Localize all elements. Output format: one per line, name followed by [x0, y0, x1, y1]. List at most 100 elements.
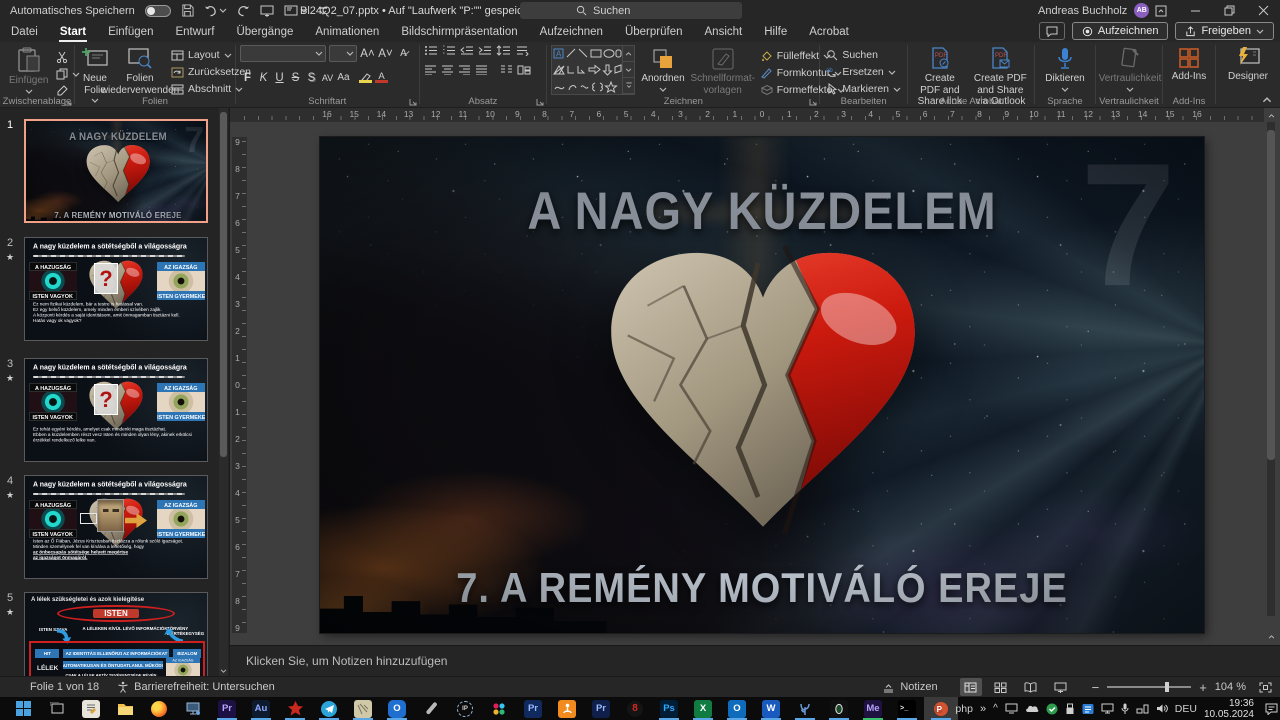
eight-ball-icon[interactable]: 8	[618, 697, 652, 720]
increase-indent-icon[interactable]	[478, 45, 492, 56]
canvas-scrollbar[interactable]	[1266, 110, 1276, 650]
columns-icon[interactable]	[500, 65, 513, 75]
text-shadow-button[interactable]: S	[304, 70, 319, 85]
arrange-button[interactable]: Anordnen	[638, 45, 687, 94]
file-explorer-icon[interactable]	[108, 697, 142, 720]
view-slideshow-button[interactable]	[1050, 678, 1072, 696]
premiere-pro-icon[interactable]: Pr	[210, 697, 244, 720]
usb-tray-icon[interactable]	[1065, 703, 1075, 715]
zoom-in-button[interactable]: +	[1199, 680, 1207, 695]
text-direction-icon[interactable]	[515, 45, 529, 56]
smartart-icon[interactable]	[517, 65, 531, 75]
projector-tray-icon[interactable]	[1101, 703, 1114, 714]
tab-animationen[interactable]: Animationen	[304, 21, 390, 42]
onedrive-icon[interactable]	[1025, 704, 1039, 713]
network-tray-icon[interactable]	[1136, 703, 1149, 714]
opera-icon[interactable]: O	[380, 697, 414, 720]
dictate-button[interactable]: Diktieren	[1039, 45, 1091, 94]
decrease-indent-icon[interactable]	[460, 45, 474, 56]
numbering-icon[interactable]	[442, 45, 456, 56]
highlight-color-button[interactable]	[358, 70, 373, 85]
notes-pane[interactable]: Klicken Sie, um Notizen hinzuzufügen	[230, 645, 1280, 676]
align-right-icon[interactable]	[458, 65, 471, 75]
premiere-pro-3-icon[interactable]: Pr	[584, 697, 618, 720]
find-button[interactable]: Suchen	[824, 47, 903, 63]
view-slide-sorter-button[interactable]	[990, 678, 1012, 696]
horizontal-ruler[interactable]: 1615141312111098765432101234567891011121…	[230, 108, 1264, 122]
underline-button[interactable]: U	[272, 70, 287, 85]
paste-button[interactable]: Einfügen	[6, 45, 51, 96]
slide-thumbnail-1[interactable]: 7 A NAGY KÜZDELEM 7. A REMÉNY MOTIVÁLÓ E…	[24, 119, 208, 223]
slide-canvas[interactable]: 7 A NAGY KÜZDELEM 7. A REMÉNY MOTIVÁLÓ E…	[320, 137, 1204, 633]
bold-button[interactable]: F	[240, 70, 255, 85]
powerpoint-taskbar-icon[interactable]: P	[924, 697, 958, 720]
pen-tool-icon[interactable]	[414, 697, 448, 720]
coral-app-icon[interactable]	[788, 697, 822, 720]
remote-desktop-icon[interactable]	[176, 697, 210, 720]
close-button[interactable]	[1246, 0, 1280, 21]
addins-button[interactable]: Add-Ins	[1167, 45, 1211, 85]
microphone-tray-icon[interactable]	[1121, 703, 1129, 715]
tab-start[interactable]: Start	[49, 21, 97, 42]
align-left-icon[interactable]	[424, 65, 437, 75]
sensitivity-button[interactable]: Vertraulichkeit	[1100, 45, 1160, 94]
display-tray-icon[interactable]	[1005, 703, 1018, 714]
align-center-icon[interactable]	[441, 65, 454, 75]
photoshop-icon[interactable]: Ps	[652, 697, 686, 720]
restore-button[interactable]	[1212, 0, 1246, 21]
premiere-pro-2-icon[interactable]: Pr	[516, 697, 550, 720]
start-presentation-icon[interactable]	[260, 5, 274, 17]
line-spacing-icon[interactable]	[496, 45, 511, 56]
slack-like-icon[interactable]	[482, 697, 516, 720]
ribbon-display-options-button[interactable]	[1144, 0, 1178, 21]
clear-formatting-button[interactable]: A̷	[396, 46, 411, 61]
designer-button[interactable]: Designer	[1220, 45, 1276, 85]
tray-overflow-more[interactable]: »	[980, 703, 986, 715]
grow-font-button[interactable]: A˄	[360, 46, 375, 61]
autosave-toggle[interactable]	[145, 5, 171, 17]
word-icon[interactable]: W	[754, 697, 788, 720]
save-icon[interactable]	[181, 4, 194, 17]
account-area[interactable]: Andreas Buchholz AB	[1038, 0, 1149, 21]
replace-button[interactable]: ab Ersetzen	[824, 64, 903, 80]
tab-ansicht[interactable]: Ansicht	[694, 21, 754, 42]
map-notes-icon[interactable]	[346, 697, 380, 720]
scroll-down-arrow-icon[interactable]	[219, 665, 228, 676]
red-app-icon[interactable]	[278, 697, 312, 720]
zoom-slider[interactable]	[1107, 686, 1191, 688]
vertical-ruler[interactable]: 9876543210123456789	[232, 137, 247, 633]
font-color-button[interactable]: A	[374, 70, 389, 85]
font-name-select[interactable]	[240, 45, 326, 62]
task-view-button[interactable]	[40, 697, 74, 720]
tray-expand-icon[interactable]: ^	[993, 703, 998, 714]
shapes-gallery[interactable]: A	[551, 45, 635, 95]
justify-icon[interactable]	[475, 65, 488, 75]
tab-entwurf[interactable]: Entwurf	[164, 21, 225, 42]
telegram-icon[interactable]	[312, 697, 346, 720]
slide-thumbnail-2[interactable]: A nagy küzdelem a sötétségből a világoss…	[24, 237, 208, 341]
slide-thumbnail-4[interactable]: A nagy küzdelem a sötétségből a világoss…	[24, 475, 208, 579]
outlook-icon[interactable]: O	[720, 697, 754, 720]
font-size-select[interactable]	[329, 45, 357, 62]
quick-styles-button[interactable]: Schnellformat-vorlagen	[691, 45, 755, 98]
font-dialog-launcher[interactable]	[409, 98, 417, 106]
accessibility-checker[interactable]: Barrierefreiheit: Untersuchen	[117, 681, 275, 693]
ip-tool-icon[interactable]: IP	[448, 697, 482, 720]
tab-ueberpruefen[interactable]: Überprüfen	[614, 21, 694, 42]
shapes-scroll[interactable]	[622, 46, 634, 94]
view-reading-button[interactable]	[1020, 678, 1042, 696]
fit-to-window-button[interactable]	[1254, 678, 1276, 696]
notepad-icon[interactable]	[74, 697, 108, 720]
tab-acrobat[interactable]: Acrobat	[798, 21, 860, 42]
search-input[interactable]: Suchen	[520, 2, 742, 19]
change-case-button[interactable]: Aa	[336, 70, 351, 85]
reuse-slides-button[interactable]: Folien wiederverwenden	[114, 45, 166, 98]
firefox-icon[interactable]	[142, 697, 176, 720]
view-normal-button[interactable]	[960, 678, 982, 696]
select-button[interactable]: Markieren	[824, 81, 903, 97]
italic-button[interactable]: K	[256, 70, 271, 85]
clipboard-dialog-launcher[interactable]	[64, 98, 72, 106]
comments-button[interactable]	[1039, 22, 1065, 40]
excel-icon[interactable]: X	[686, 697, 720, 720]
redo-icon[interactable]	[237, 5, 250, 17]
